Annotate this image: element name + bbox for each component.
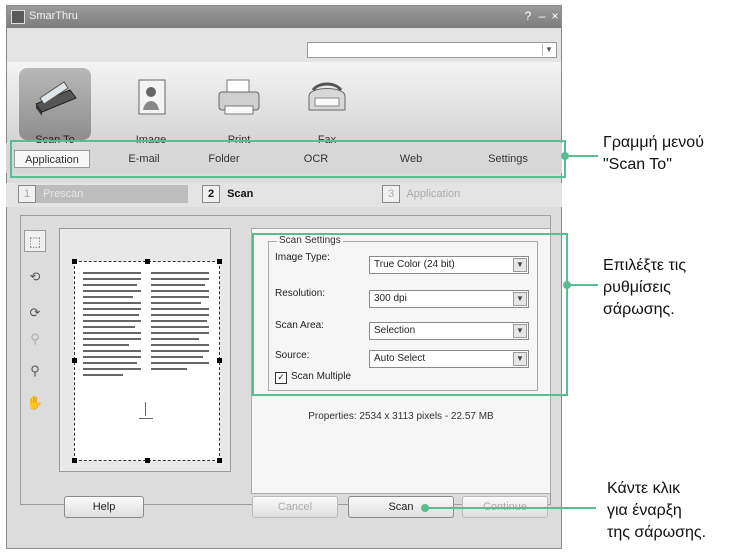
help-button[interactable]: Help: [64, 496, 144, 518]
callout-line: Κάντε κλικ: [607, 480, 681, 497]
toolbar-fax[interactable]: Fax: [291, 68, 363, 146]
callout-line: "Scan To": [603, 156, 672, 173]
toolbar-image[interactable]: Image: [115, 68, 187, 146]
step-application[interactable]: 3 Application: [382, 185, 532, 203]
toolbar-scan-to[interactable]: Scan To: [19, 68, 91, 146]
scanned-document-preview: [72, 259, 222, 463]
printer-icon: [218, 79, 260, 115]
image-icon: [138, 79, 166, 115]
menu-callout: Γραμμή μενού "Scan To": [603, 132, 704, 176]
fax-icon: [308, 82, 346, 111]
toolbar: Scan To Image Print Fax: [7, 62, 561, 146]
toolbar-print[interactable]: Print: [203, 68, 275, 146]
scan-callout: Κάντε κλικ για έναρξη της σάρωσης.: [607, 478, 706, 544]
step-label: Prescan: [43, 188, 84, 200]
preview-area[interactable]: [59, 228, 231, 472]
callout-line: ρυθμίσεις: [603, 279, 671, 296]
menu-highlight-box: [10, 140, 566, 178]
resize-handle[interactable]: [217, 358, 222, 363]
callout-line: Επιλέξτε τις: [603, 257, 687, 274]
step-number: 3: [382, 185, 400, 203]
rotate-right-icon[interactable]: ⟳: [24, 302, 46, 324]
resize-handle[interactable]: [217, 458, 222, 463]
callout-line: της σάρωσης.: [607, 524, 707, 541]
resize-handle[interactable]: [145, 259, 150, 264]
resize-handle[interactable]: [72, 358, 77, 363]
scan-callout-line: [426, 507, 596, 509]
top-row: ▼: [7, 28, 561, 62]
scanner-icon: [35, 81, 77, 116]
zoom-in-icon[interactable]: ⚲: [24, 360, 46, 382]
top-combo[interactable]: ▼: [307, 42, 557, 58]
cancel-button[interactable]: Cancel: [252, 496, 338, 518]
callout-line: σάρωσης.: [603, 301, 675, 318]
step-label: Scan: [227, 188, 254, 200]
step-prescan[interactable]: 1 Prescan: [18, 185, 188, 203]
rotate-left-icon[interactable]: ⟲: [24, 266, 46, 288]
resize-handle[interactable]: [72, 458, 77, 463]
menu-callout-line: [566, 155, 598, 157]
step-scan[interactable]: 2 Scan: [202, 185, 352, 203]
resize-handle[interactable]: [145, 458, 150, 463]
step-bar: 1 Prescan 2 Scan 3 Application: [6, 183, 562, 207]
document-thumbnail: [83, 272, 209, 419]
app-icon: [11, 10, 25, 24]
callout-line: για έναρξη: [607, 502, 682, 519]
chevron-down-icon[interactable]: ▼: [542, 44, 555, 56]
resize-handle[interactable]: [72, 259, 77, 264]
resize-handle[interactable]: [217, 259, 222, 264]
help-icon[interactable]: ?: [521, 9, 535, 23]
settings-highlight-box: [252, 233, 568, 396]
window-title: SmarThru: [29, 10, 78, 22]
title-bar: SmarThru ? – ×: [7, 6, 561, 28]
settings-callout-line: [568, 284, 598, 286]
select-area-icon[interactable]: ⬚: [24, 230, 46, 252]
step-number: 1: [18, 185, 36, 203]
step-number: 2: [202, 185, 220, 203]
callout-line: Γραμμή μενού: [603, 134, 704, 151]
settings-callout: Επιλέξτε τις ρυθμίσεις σάρωσης.: [603, 255, 686, 321]
properties-text: Properties: 2534 x 3113 pixels - 22.57 M…: [308, 411, 494, 422]
zoom-out-icon[interactable]: ⚲: [24, 328, 46, 350]
hand-icon[interactable]: ✋: [24, 392, 46, 414]
step-label: Application: [406, 188, 461, 200]
close-icon[interactable]: ×: [548, 9, 562, 23]
minimize-icon[interactable]: –: [535, 9, 549, 23]
